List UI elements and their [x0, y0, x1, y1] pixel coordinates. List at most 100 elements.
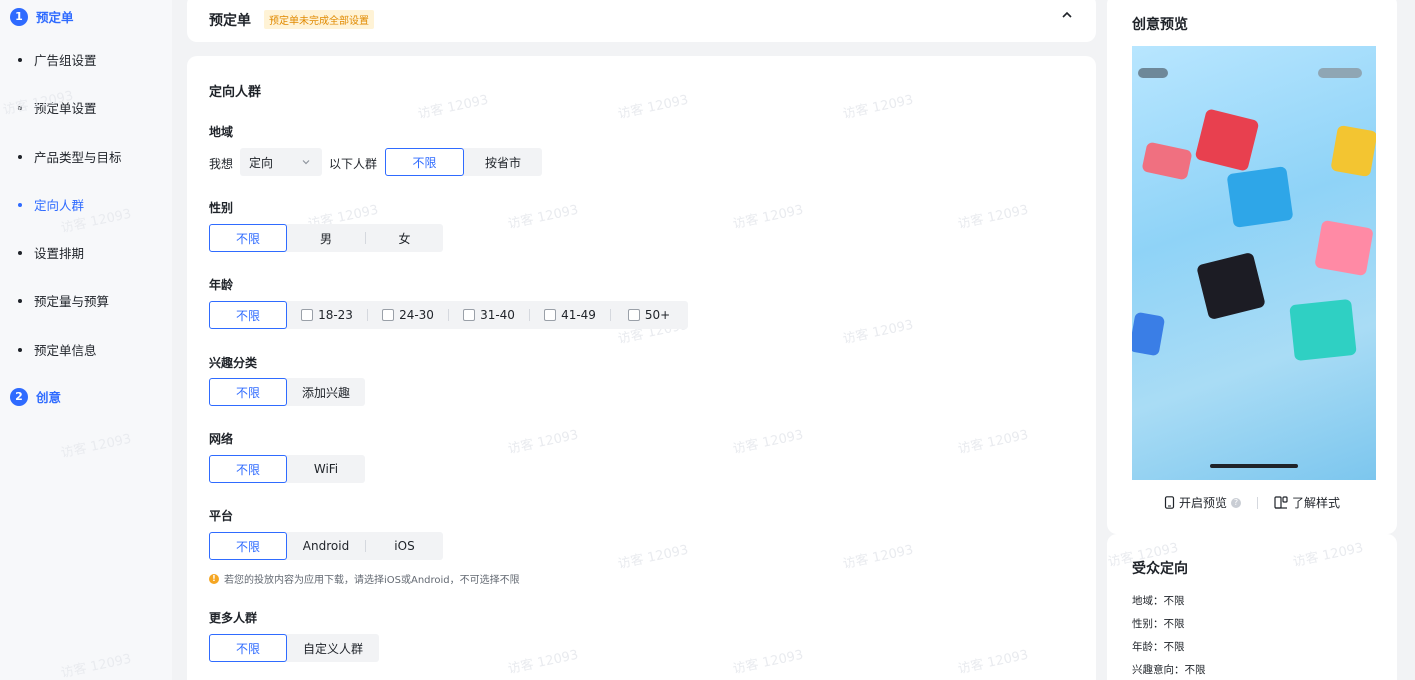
- network-option-wifi[interactable]: WiFi: [287, 455, 365, 483]
- chevron-up-icon[interactable]: [1060, 8, 1074, 22]
- region-label: 地域: [209, 125, 234, 139]
- audience-value: 不限: [1163, 618, 1185, 630]
- age-option-31-40[interactable]: 31-40: [449, 301, 529, 329]
- region-suffix: 以下人群: [329, 157, 378, 171]
- interest-option-unlimited[interactable]: 不限: [209, 378, 287, 406]
- age-options: 不限 18-23 24-30 31-40 41-49 50+: [209, 301, 688, 329]
- watermark: 访客 12093: [416, 92, 490, 123]
- network-option-unlimited[interactable]: 不限: [209, 455, 287, 483]
- sidebar-item-product-type[interactable]: 产品类型与目标: [18, 147, 122, 166]
- status-badge: 预定单未完成全部设置: [264, 10, 374, 29]
- step-2[interactable]: 2 创意: [10, 387, 61, 406]
- chevron-down-icon: [302, 160, 310, 165]
- status-bar: [1138, 68, 1168, 78]
- age-option-label: 41-49: [561, 308, 596, 322]
- age-option-label: 18-23: [318, 308, 353, 322]
- sidebar-item-budget[interactable]: 预定量与预算: [18, 291, 109, 310]
- learn-style-label: 了解样式: [1292, 496, 1341, 510]
- platform-option-ios[interactable]: iOS: [366, 532, 443, 560]
- audience-summary: 访客 12093 访客 12093 受众定向 地域：不限 性别：不限 年龄：不限…: [1107, 534, 1397, 680]
- sidebar-item-order-settings[interactable]: 预定单设置: [18, 98, 97, 117]
- platform-label: 平台: [209, 509, 234, 523]
- more-audience-option-unlimited[interactable]: 不限: [209, 634, 287, 662]
- audience-title: 受众定向: [1132, 561, 1188, 577]
- app-tile: [1330, 124, 1376, 178]
- sidebar-item-ad-group[interactable]: 广告组设置: [18, 50, 97, 69]
- age-option-50-plus[interactable]: 50+: [611, 301, 687, 329]
- gender-option-female[interactable]: 女: [366, 224, 443, 252]
- sidebar-item-label: 预定单信息: [34, 343, 97, 358]
- watermark: 访客 12093: [956, 427, 1030, 458]
- learn-style-button[interactable]: 了解样式: [1274, 494, 1340, 511]
- checkbox[interactable]: [627, 309, 640, 321]
- gender-option-unlimited[interactable]: 不限: [209, 224, 287, 252]
- audience-key: 兴趣意向：: [1132, 664, 1185, 676]
- checkbox[interactable]: [382, 309, 395, 321]
- watermark: 访客 12093: [506, 647, 580, 678]
- sidebar: 1 预定单 广告组设置 预定单设置 产品类型与目标 定向人群 设置排期 预定量与…: [0, 0, 172, 680]
- app-tile: [1194, 108, 1260, 172]
- sidebar-item-label: 设置排期: [34, 246, 85, 261]
- step-label: 创意: [36, 390, 62, 405]
- step-number: 1: [10, 7, 28, 26]
- add-interest-button[interactable]: 添加兴趣: [287, 378, 365, 406]
- interest-label: 兴趣分类: [209, 356, 258, 370]
- phone-icon: [1164, 496, 1175, 509]
- app-tile: [1226, 166, 1294, 228]
- platform-hint: ! 若您的投放内容为应用下载，请选择iOS或Android，不可选择不限: [209, 571, 520, 586]
- region-prefix: 我想: [209, 157, 234, 171]
- open-preview-button[interactable]: 开启预览 ?: [1164, 494, 1241, 511]
- watermark: 访客 12093: [956, 647, 1030, 678]
- warning-icon: !: [209, 573, 219, 584]
- watermark: 访客 12093: [1291, 540, 1365, 571]
- watermark: 访客 12093: [841, 92, 915, 123]
- targeting-form: 访客 12093 访客 12093 访客 12093 访客 12093 访客 1…: [187, 56, 1096, 680]
- sidebar-item-label: 广告组设置: [34, 53, 97, 68]
- sidebar-item-label: 预定单设置: [34, 101, 97, 116]
- help-icon[interactable]: ?: [1231, 497, 1241, 508]
- creative-preview-panel: 创意预览 开启预览 ? 了解样式: [1107, 0, 1397, 534]
- sidebar-item-targeting[interactable]: 定向人群: [18, 195, 84, 214]
- audience-value: 不限: [1184, 664, 1206, 676]
- home-indicator: [1210, 464, 1298, 468]
- step-1[interactable]: 1 预定单: [10, 7, 74, 26]
- bullet-icon: [18, 298, 22, 303]
- watermark: 访客 12093: [841, 317, 915, 348]
- region-option-by-province[interactable]: 按省市: [464, 148, 542, 176]
- platform-option-unlimited[interactable]: 不限: [209, 532, 287, 560]
- gender-option-male[interactable]: 男: [287, 224, 365, 252]
- sidebar-item-label: 定向人群: [34, 198, 85, 213]
- app-tile: [1132, 311, 1166, 357]
- preview-actions: 开启预览 ? 了解样式: [1107, 494, 1397, 511]
- bullet-icon: [18, 154, 22, 159]
- watermark: 访客 12093: [506, 202, 580, 233]
- order-header[interactable]: 预定单 预定单未完成全部设置: [187, 0, 1096, 42]
- audience-row: 年龄：不限: [1132, 639, 1185, 654]
- section-title: 定向人群: [209, 85, 262, 100]
- checkbox[interactable]: [301, 309, 314, 321]
- custom-audience-button[interactable]: 自定义人群: [287, 634, 379, 662]
- status-bar: [1318, 68, 1362, 78]
- watermark: 访客 12093: [841, 542, 915, 573]
- age-option-24-30[interactable]: 24-30: [368, 301, 448, 329]
- step-number: 2: [10, 387, 28, 406]
- audience-key: 年龄：: [1132, 641, 1164, 653]
- app-tile: [1196, 251, 1266, 321]
- region-mode-select[interactable]: 定向: [240, 148, 322, 176]
- layout-icon: [1274, 496, 1288, 509]
- audience-key: 地域：: [1132, 595, 1164, 607]
- bullet-icon: [18, 250, 22, 255]
- sidebar-item-schedule[interactable]: 设置排期: [18, 243, 84, 262]
- region-option-unlimited[interactable]: 不限: [385, 148, 464, 176]
- watermark: 访客 12093: [731, 647, 805, 678]
- audience-row: 性别：不限: [1132, 616, 1185, 631]
- sidebar-item-order-info[interactable]: 预定单信息: [18, 340, 97, 359]
- checkbox[interactable]: [463, 309, 476, 321]
- age-option-18-23[interactable]: 18-23: [287, 301, 367, 329]
- checkbox[interactable]: [544, 309, 557, 321]
- age-option-unlimited[interactable]: 不限: [209, 301, 287, 329]
- bullet-icon: [18, 347, 22, 352]
- sidebar-item-label: 预定量与预算: [34, 294, 110, 309]
- age-option-41-49[interactable]: 41-49: [530, 301, 610, 329]
- platform-option-android[interactable]: Android: [287, 532, 365, 560]
